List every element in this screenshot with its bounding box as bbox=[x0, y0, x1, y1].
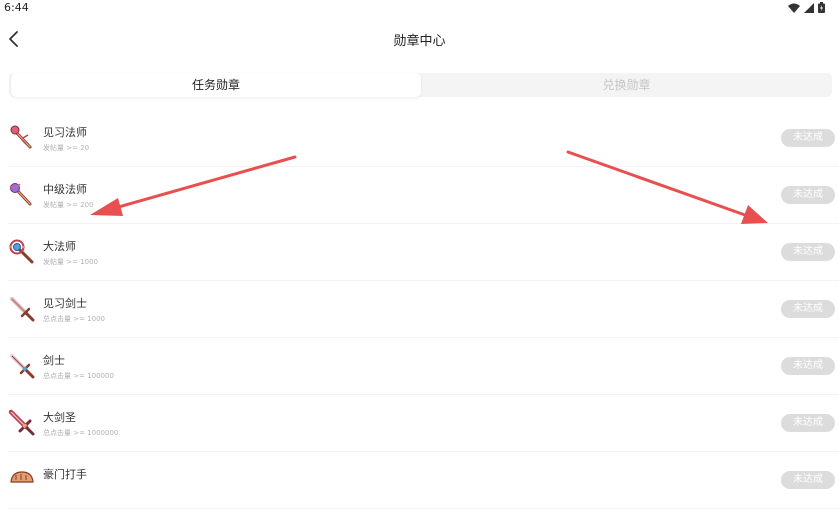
fist-icon bbox=[10, 471, 34, 483]
badge-name: 大剑圣 bbox=[43, 411, 76, 424]
badge-condition: 发帖量 >= 200 bbox=[43, 201, 94, 209]
badge-name: 中级法师 bbox=[43, 183, 87, 196]
badge-condition: 发帖量 >= 20 bbox=[43, 144, 90, 152]
page-title: 勋章中心 bbox=[393, 34, 446, 49]
list-item[interactable]: 中级法师 发帖量 >= 200 未达成 bbox=[8, 167, 839, 224]
sword-icon bbox=[8, 409, 35, 436]
badge-status-button[interactable]: 未达成 bbox=[781, 357, 835, 375]
list-item[interactable]: 大剑圣 总点击量 >= 1000000 未达成 bbox=[8, 395, 839, 452]
badge-status-button[interactable]: 未达成 bbox=[781, 414, 835, 432]
list-item[interactable]: 豪门打手 未达成 bbox=[8, 452, 839, 509]
sword-icon bbox=[10, 297, 35, 322]
wand-icon bbox=[10, 125, 32, 149]
tab-bar: 任务勋章 兑换勋章 bbox=[9, 73, 832, 97]
badge-status-button[interactable]: 未达成 bbox=[781, 129, 835, 147]
wifi-icon bbox=[788, 3, 800, 13]
badge-list: 见习法师 发帖量 >= 20 未达成 中级法师 发帖量 >= 200 未达成 大… bbox=[0, 110, 839, 509]
list-item[interactable]: 大法师 发帖量 >= 1000 未达成 bbox=[8, 224, 839, 281]
list-item[interactable]: 剑士 总点击量 >= 100000 未达成 bbox=[8, 338, 839, 395]
signal-icon bbox=[804, 2, 814, 13]
tab-exchange-badges[interactable]: 兑换勋章 bbox=[421, 73, 832, 97]
badge-status-button[interactable]: 未达成 bbox=[781, 186, 835, 204]
status-bar: 6:44 bbox=[0, 0, 839, 16]
header: 勋章中心 bbox=[0, 18, 839, 60]
badge-condition: 总点击量 >= 1000 bbox=[43, 315, 105, 323]
badge-status-button[interactable]: 未达成 bbox=[781, 300, 835, 318]
badge-condition: 总点击量 >= 100000 bbox=[43, 372, 114, 380]
staff-icon bbox=[9, 239, 34, 264]
status-icons bbox=[788, 2, 825, 13]
badge-name: 剑士 bbox=[43, 354, 65, 367]
badge-name: 大法师 bbox=[43, 240, 76, 253]
list-item[interactable]: 见习剑士 总点击量 >= 1000 未达成 bbox=[8, 281, 839, 338]
badge-status-button[interactable]: 未达成 bbox=[781, 471, 835, 489]
tab-task-badges[interactable]: 任务勋章 bbox=[11, 73, 421, 97]
list-item[interactable]: 见习法师 发帖量 >= 20 未达成 bbox=[8, 110, 839, 167]
battery-icon bbox=[818, 2, 825, 13]
badge-condition: 发帖量 >= 1000 bbox=[43, 258, 98, 266]
badge-status-button[interactable]: 未达成 bbox=[781, 243, 835, 261]
badge-name: 豪门打手 bbox=[43, 468, 87, 481]
badge-name: 见习法师 bbox=[43, 126, 87, 139]
sword-icon bbox=[10, 354, 35, 379]
wand-icon bbox=[9, 183, 32, 206]
badge-name: 见习剑士 bbox=[43, 297, 87, 310]
badge-condition: 总点击量 >= 1000000 bbox=[43, 429, 119, 437]
status-time: 6:44 bbox=[4, 1, 29, 14]
